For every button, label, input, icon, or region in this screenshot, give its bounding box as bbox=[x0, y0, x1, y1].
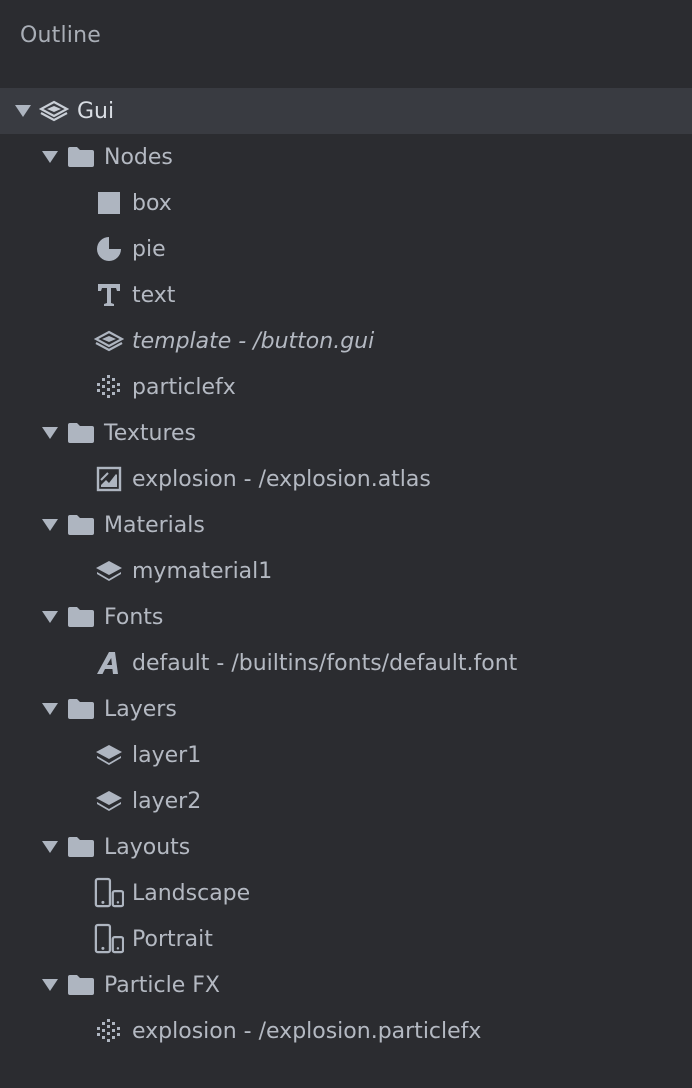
tree-row-folder-nodes[interactable]: Nodes bbox=[0, 134, 692, 180]
layout-icon bbox=[94, 923, 124, 954]
tree-row-folder-layouts[interactable]: Layouts bbox=[0, 824, 692, 870]
tree-row-texture-explosion[interactable]: explosion - /explosion.atlas bbox=[0, 456, 692, 502]
tree-row-label: layer1 bbox=[132, 742, 202, 768]
particlefx-icon bbox=[94, 1016, 124, 1046]
folder-icon bbox=[66, 142, 96, 172]
tree-row-label: Layouts bbox=[104, 834, 191, 860]
tree-row-label: layer2 bbox=[132, 788, 202, 814]
layout-icon bbox=[94, 877, 124, 908]
chevron-down-icon[interactable] bbox=[42, 978, 58, 992]
chevron-down-icon[interactable] bbox=[42, 150, 58, 164]
atlas-icon bbox=[94, 464, 124, 494]
tree-row-folder-fonts[interactable]: Fonts bbox=[0, 594, 692, 640]
layer-icon bbox=[94, 740, 124, 770]
outline-tree: Gui Nodes box pie text template - /butto… bbox=[0, 88, 692, 1054]
tree-row-folder-materials[interactable]: Materials bbox=[0, 502, 692, 548]
folder-icon bbox=[66, 418, 96, 448]
folder-icon bbox=[66, 510, 96, 540]
tree-row-text[interactable]: text bbox=[0, 272, 692, 318]
chevron-down-icon[interactable] bbox=[42, 702, 58, 716]
tree-row-layout-landscape[interactable]: Landscape bbox=[0, 870, 692, 916]
tree-row-material[interactable]: mymaterial1 bbox=[0, 548, 692, 594]
tree-row-label: Textures bbox=[104, 420, 196, 446]
box-icon bbox=[94, 188, 124, 218]
layer-icon bbox=[94, 786, 124, 816]
tree-row-label: Fonts bbox=[104, 604, 164, 630]
tree-row-label: particlefx bbox=[132, 374, 236, 400]
tree-row-folder-particle-fx[interactable]: Particle FX bbox=[0, 962, 692, 1008]
gui-layers-icon bbox=[39, 96, 69, 126]
panel-title: Outline bbox=[20, 23, 101, 48]
font-icon bbox=[94, 648, 124, 678]
chevron-down-icon[interactable] bbox=[15, 104, 31, 118]
template-icon bbox=[94, 326, 124, 356]
tree-row-label: Particle FX bbox=[104, 972, 221, 998]
tree-row-particlefx-explosion[interactable]: explosion - /explosion.particlefx bbox=[0, 1008, 692, 1054]
tree-row-label: pie bbox=[132, 236, 166, 262]
tree-row-label: mymaterial1 bbox=[132, 558, 273, 584]
chevron-down-icon[interactable] bbox=[42, 518, 58, 532]
tree-row-layer2[interactable]: layer2 bbox=[0, 778, 692, 824]
tree-row-layer1[interactable]: layer1 bbox=[0, 732, 692, 778]
tree-row-label: template - /button.gui bbox=[132, 328, 375, 354]
tree-row-label: Nodes bbox=[104, 144, 173, 170]
chevron-down-icon[interactable] bbox=[42, 610, 58, 624]
chevron-down-icon[interactable] bbox=[42, 426, 58, 440]
tree-row-font-default[interactable]: default - /builtins/fonts/default.font bbox=[0, 640, 692, 686]
particlefx-icon bbox=[94, 372, 124, 402]
tree-row-label: Landscape bbox=[132, 880, 251, 906]
tree-row-box[interactable]: box bbox=[0, 180, 692, 226]
folder-icon bbox=[66, 832, 96, 862]
pie-icon bbox=[94, 234, 124, 264]
tree-row-label: explosion - /explosion.particlefx bbox=[132, 1018, 482, 1044]
tree-row-particlefx[interactable]: particlefx bbox=[0, 364, 692, 410]
tree-row-layout-portrait[interactable]: Portrait bbox=[0, 916, 692, 962]
folder-icon bbox=[66, 694, 96, 724]
tree-row-label: box bbox=[132, 190, 172, 216]
tree-row-label: Gui bbox=[77, 98, 115, 124]
tree-row-folder-textures[interactable]: Textures bbox=[0, 410, 692, 456]
tree-row-folder-layers[interactable]: Layers bbox=[0, 686, 692, 732]
tree-row-gui[interactable]: Gui bbox=[0, 88, 692, 134]
outline-panel-header: Outline bbox=[0, 0, 692, 76]
tree-row-label: default - /builtins/fonts/default.font bbox=[132, 650, 518, 676]
tree-row-template[interactable]: template - /button.gui bbox=[0, 318, 692, 364]
chevron-down-icon[interactable] bbox=[42, 840, 58, 854]
tree-row-pie[interactable]: pie bbox=[0, 226, 692, 272]
folder-icon bbox=[66, 970, 96, 1000]
text-icon bbox=[94, 280, 124, 310]
tree-row-label: Materials bbox=[104, 512, 205, 538]
tree-row-label: Portrait bbox=[132, 926, 213, 952]
tree-row-label: text bbox=[132, 282, 176, 308]
material-icon bbox=[94, 556, 124, 586]
folder-icon bbox=[66, 602, 96, 632]
tree-row-label: Layers bbox=[104, 696, 177, 722]
tree-row-label: explosion - /explosion.atlas bbox=[132, 466, 431, 492]
